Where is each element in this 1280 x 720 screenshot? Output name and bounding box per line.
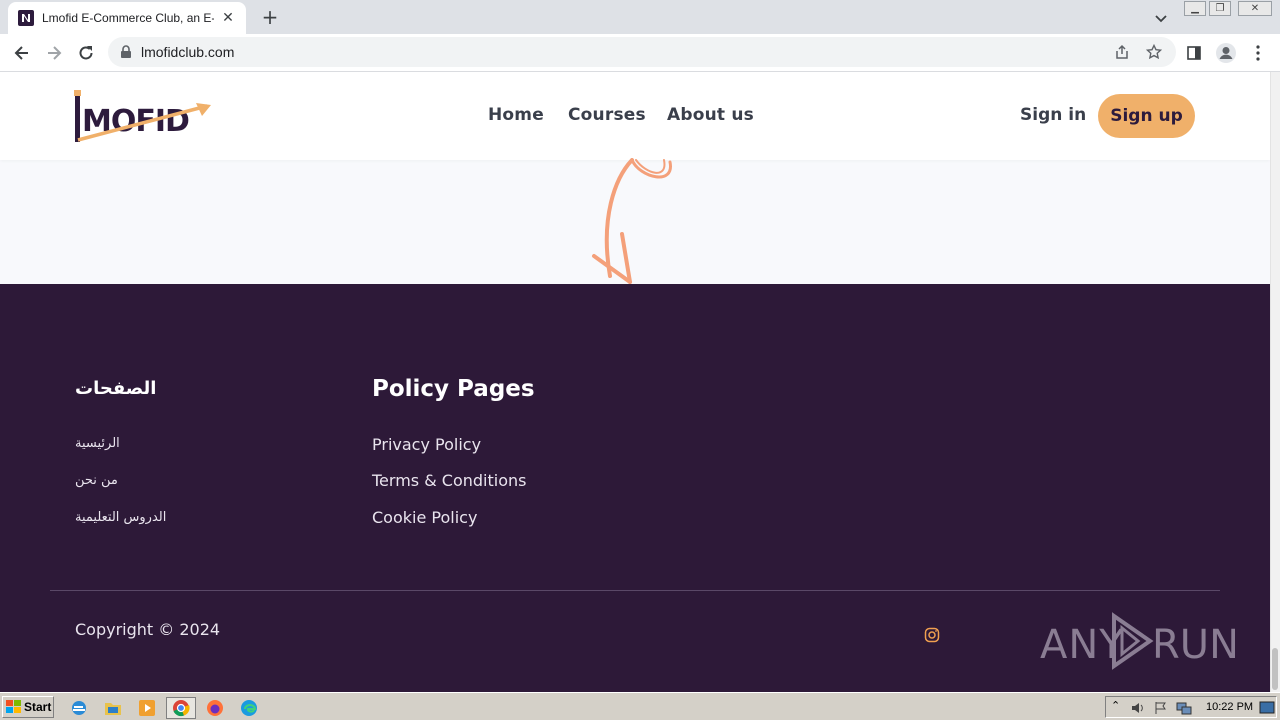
- edge-icon[interactable]: [238, 697, 260, 719]
- footer-divider: [50, 590, 1220, 591]
- nav-courses-link[interactable]: Courses: [568, 105, 646, 125]
- site-logo[interactable]: MOFID: [72, 88, 214, 144]
- tab-search-icon[interactable]: [1151, 8, 1171, 28]
- side-panel-icon[interactable]: [1182, 41, 1206, 65]
- scrollbar-thumb[interactable]: [1272, 648, 1278, 690]
- windows-logo-icon: [6, 700, 21, 713]
- lock-icon: [121, 45, 131, 58]
- restore-button[interactable]: ❐: [1209, 1, 1231, 16]
- footer-link-privacy[interactable]: Privacy Policy: [372, 435, 481, 454]
- footer-link-cookie[interactable]: Cookie Policy: [372, 508, 477, 527]
- share-icon[interactable]: [1114, 44, 1130, 60]
- svg-text:RUN: RUN: [1152, 622, 1235, 668]
- minimize-button[interactable]: ▁: [1184, 1, 1206, 16]
- new-tab-button[interactable]: +: [258, 5, 282, 29]
- chrome-taskbar-button[interactable]: [166, 697, 196, 719]
- clock-time[interactable]: 10:22 PM: [1206, 701, 1253, 713]
- bookmark-star-icon[interactable]: [1146, 44, 1162, 60]
- profile-avatar-icon[interactable]: [1214, 41, 1238, 65]
- page-viewport: MOFID Home Courses About us Sign in Sign…: [0, 72, 1270, 692]
- forward-icon[interactable]: [42, 41, 66, 65]
- footer-link-courses-ar[interactable]: الدروس التعليمية: [75, 510, 166, 525]
- footer-link-terms[interactable]: Terms & Conditions: [372, 471, 526, 490]
- explorer-folder-icon[interactable]: [102, 697, 124, 719]
- footer-link-about-ar[interactable]: من نحن: [75, 473, 118, 488]
- tray-expand-icon[interactable]: ⌃: [1111, 699, 1120, 712]
- tab-close-icon[interactable]: ✕: [220, 10, 236, 26]
- address-bar[interactable]: lmofidclub.com: [108, 37, 1176, 67]
- curved-arrow-decoration: [580, 158, 690, 288]
- browser-tab[interactable]: Lmofid E-Commerce Club, an E-Comm ✕: [8, 2, 246, 34]
- network-icon[interactable]: [1176, 701, 1192, 715]
- footer-policy-title: Policy Pages: [372, 376, 535, 402]
- site-footer: الصفحات الرئيسية من نحن الدروس التعليمية…: [0, 284, 1270, 692]
- back-icon[interactable]: [10, 41, 34, 65]
- browser-tabstrip: Lmofid E-Commerce Club, an E-Comm ✕ + ▁ …: [0, 0, 1280, 34]
- site-header: MOFID Home Courses About us Sign in Sign…: [0, 72, 1270, 160]
- reload-icon[interactable]: [74, 41, 98, 65]
- signin-link[interactable]: Sign in: [1020, 105, 1086, 125]
- show-desktop-icon[interactable]: [1259, 701, 1275, 715]
- nav-home-link[interactable]: Home: [488, 105, 544, 125]
- system-tray: ⌃ 10:22 PM: [1105, 696, 1277, 718]
- nav-about-link[interactable]: About us: [667, 105, 754, 125]
- anyrun-watermark-logo: ANY RUN: [1040, 610, 1239, 672]
- browser-toolbar: lmofidclub.com: [0, 34, 1280, 72]
- footer-link-home-ar[interactable]: الرئيسية: [75, 436, 120, 451]
- windows-taskbar: Start ⌃ 10:22 PM: [0, 692, 1280, 720]
- menu-kebab-icon[interactable]: [1246, 41, 1270, 65]
- page-scrollbar[interactable]: [1270, 72, 1280, 692]
- action-center-flag-icon[interactable]: [1154, 701, 1168, 715]
- url-text: lmofidclub.com: [141, 44, 235, 60]
- start-button[interactable]: Start: [2, 696, 54, 718]
- close-window-button[interactable]: ✕: [1238, 1, 1272, 16]
- start-label: Start: [24, 700, 52, 714]
- chrome-icon: [173, 700, 190, 717]
- volume-icon[interactable]: [1130, 701, 1146, 715]
- signup-button[interactable]: Sign up: [1098, 94, 1195, 138]
- footer-pages-title: الصفحات: [75, 378, 157, 399]
- tab-title: Lmofid E-Commerce Club, an E-Comm: [42, 11, 214, 25]
- copyright-text: Copyright © 2024: [75, 620, 221, 639]
- firefox-icon[interactable]: [204, 697, 226, 719]
- site-favicon-icon: [18, 10, 34, 26]
- media-player-icon[interactable]: [136, 697, 158, 719]
- ie-icon[interactable]: [68, 697, 90, 719]
- instagram-icon[interactable]: [924, 627, 940, 643]
